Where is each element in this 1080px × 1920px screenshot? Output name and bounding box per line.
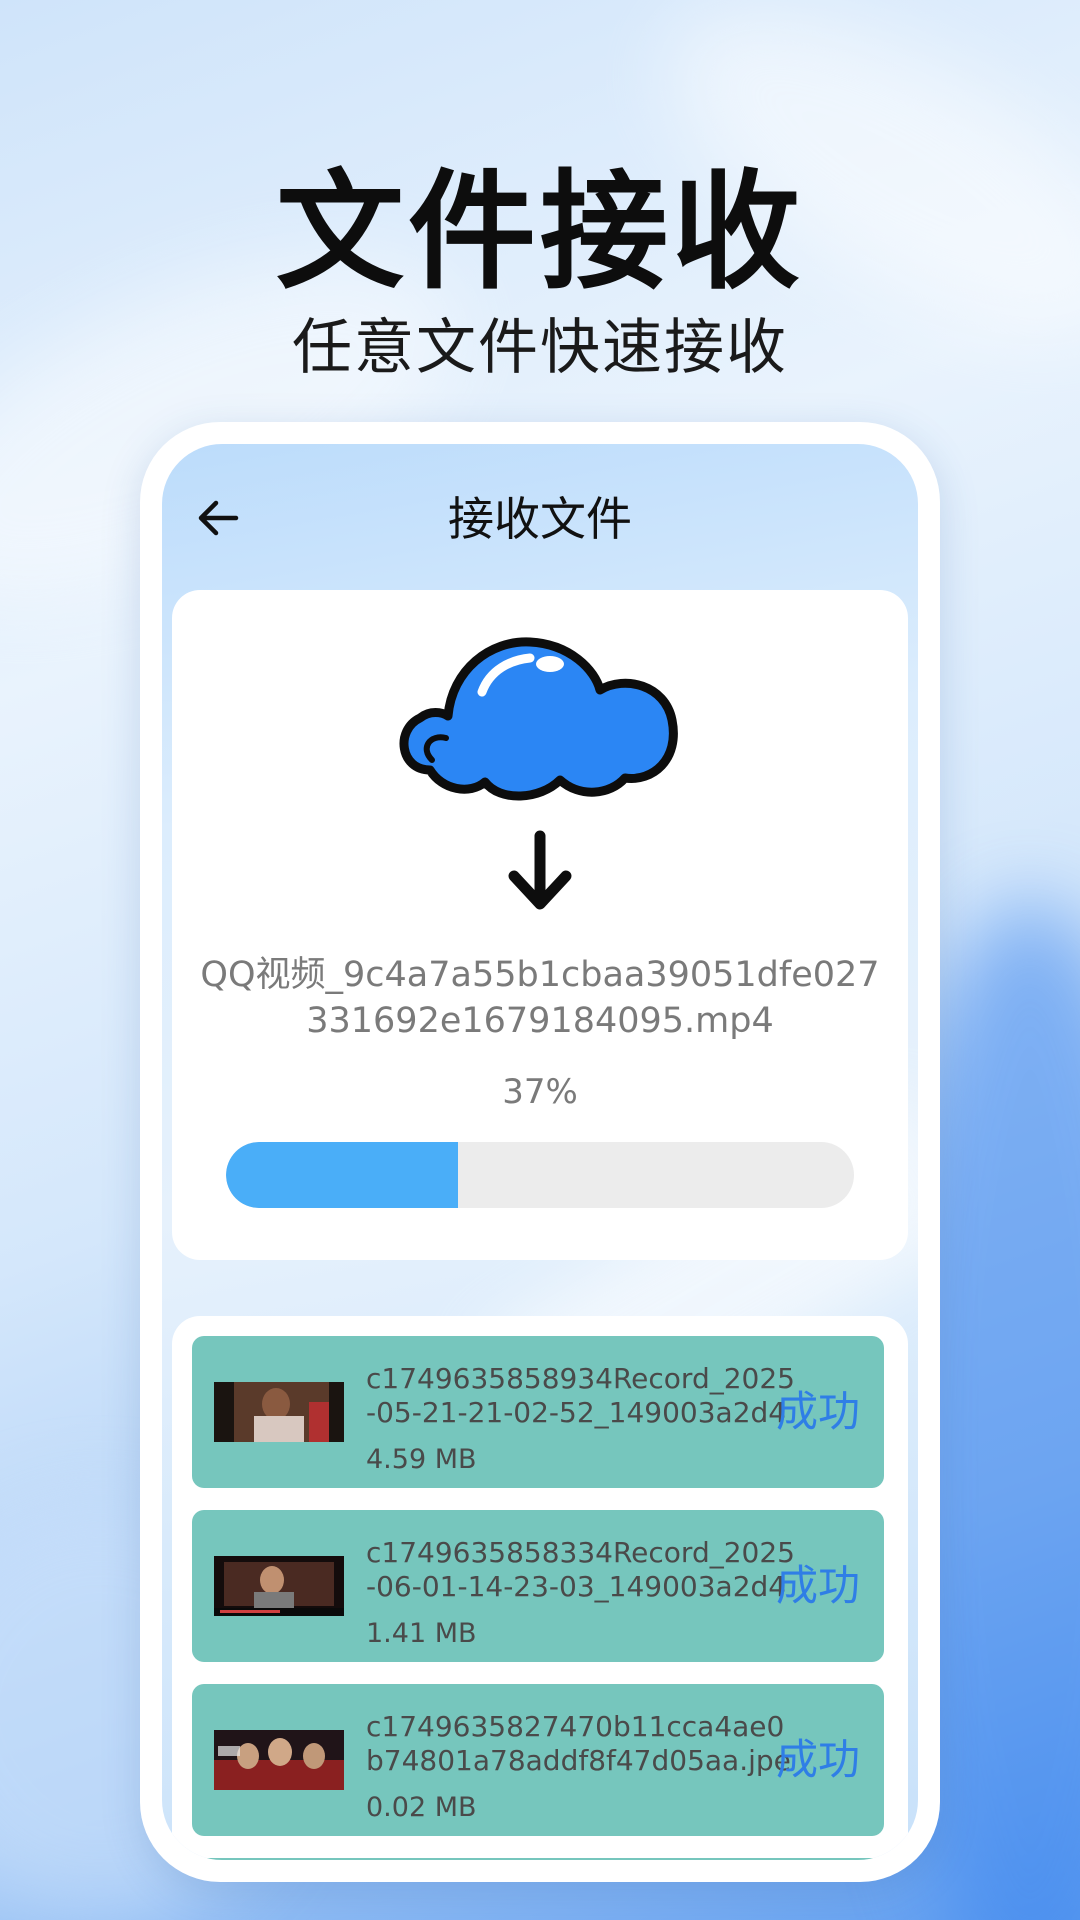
phone-frame: 接收文件 QQ视频_9c4a7a55b1cbaa39051dfe02733169… xyxy=(140,422,940,1882)
phone-screen: 接收文件 QQ视频_9c4a7a55b1cbaa39051dfe02733169… xyxy=(162,444,918,1860)
status-badge: 成功 xyxy=(775,1561,860,1610)
file-name: c1749635858934Record_2025-05-21-21-02-52… xyxy=(366,1362,795,1429)
hero-title: 文件接收 xyxy=(275,158,804,307)
status-badge: 成功 xyxy=(775,1735,860,1784)
file-name: c1749635858334Record_2025-06-01-14-23-03… xyxy=(366,1536,795,1603)
file-name: c1749635827470b11cca4ae0b74801a78addf8f4… xyxy=(366,1710,791,1777)
file-size: 0.02 MB xyxy=(366,1792,477,1823)
page-title: 接收文件 xyxy=(448,492,632,546)
progress-bar xyxy=(226,1142,854,1208)
received-files-list: c1749635858934Record_2025-05-21-21-02-52… xyxy=(172,1316,908,1860)
arrow-down-icon xyxy=(508,830,572,910)
progress-percent: 37% xyxy=(502,1072,578,1112)
status-badge: 成功 xyxy=(775,1387,860,1436)
receiving-filename: QQ视频_9c4a7a55b1cbaa39051dfe027331692e167… xyxy=(200,955,880,1041)
progress-fill xyxy=(226,1142,459,1208)
cloud-icon xyxy=(399,637,678,801)
file-size: 4.59 MB xyxy=(366,1444,477,1475)
list-item[interactable]: c1749635858334Record_2025-06-01-14-23-03… xyxy=(192,1510,884,1662)
video-thumbnail xyxy=(214,1556,344,1616)
receive-card: QQ视频_9c4a7a55b1cbaa39051dfe027331692e167… xyxy=(172,590,908,1260)
file-size: 1.41 MB xyxy=(366,1618,477,1649)
video-thumbnail xyxy=(214,1382,344,1442)
page: 文件接收 任意文件快速接收 接收文件 QQ视频_9c4a7a55b1cbaa39… xyxy=(0,0,1080,1920)
top-bar: 接收文件 xyxy=(162,444,918,594)
list-item[interactable] xyxy=(192,1858,884,1860)
image-thumbnail xyxy=(214,1730,344,1790)
list-item[interactable]: c1749635827470b11cca4ae0b74801a78addf8f4… xyxy=(192,1684,884,1836)
hero-subtitle: 任意文件快速接收 xyxy=(292,313,788,383)
list-item[interactable]: c1749635858934Record_2025-05-21-21-02-52… xyxy=(192,1336,884,1488)
